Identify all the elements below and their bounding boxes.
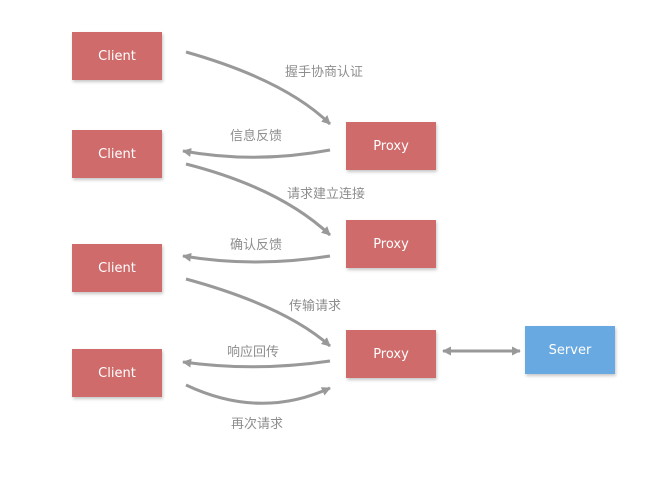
client-node-4: Client xyxy=(72,349,162,397)
edge-label-6: 响应回传 xyxy=(227,345,280,360)
client-node-2: Client xyxy=(72,130,162,178)
edge-label-2: 信息反馈 xyxy=(230,129,283,144)
edge-label-4: 确认反馈 xyxy=(230,238,283,253)
edge-label-1: 握手协商认证 xyxy=(285,65,364,80)
edge-label-7: 再次请求 xyxy=(231,417,284,432)
proxy-node-1: Proxy xyxy=(346,122,436,170)
edge-arrow-4 xyxy=(182,252,331,264)
client-node-3: Client xyxy=(72,244,162,292)
server-node: Server xyxy=(525,326,615,374)
edge-label-3: 请求建立连接 xyxy=(287,187,366,202)
proxy-node-2: Proxy xyxy=(346,220,436,268)
edge-label-5: 传输请求 xyxy=(289,299,342,314)
edge-arrow-7 xyxy=(185,383,331,405)
proxy-node-3: Proxy xyxy=(346,330,436,378)
client-node-1: Client xyxy=(72,32,162,80)
diagram-canvas: Client Client Client Client Proxy Proxy … xyxy=(0,0,653,480)
edge-arrow-2 xyxy=(182,148,331,159)
edge-arrow-1 xyxy=(185,50,332,126)
edge-arrow-6 xyxy=(182,358,331,369)
